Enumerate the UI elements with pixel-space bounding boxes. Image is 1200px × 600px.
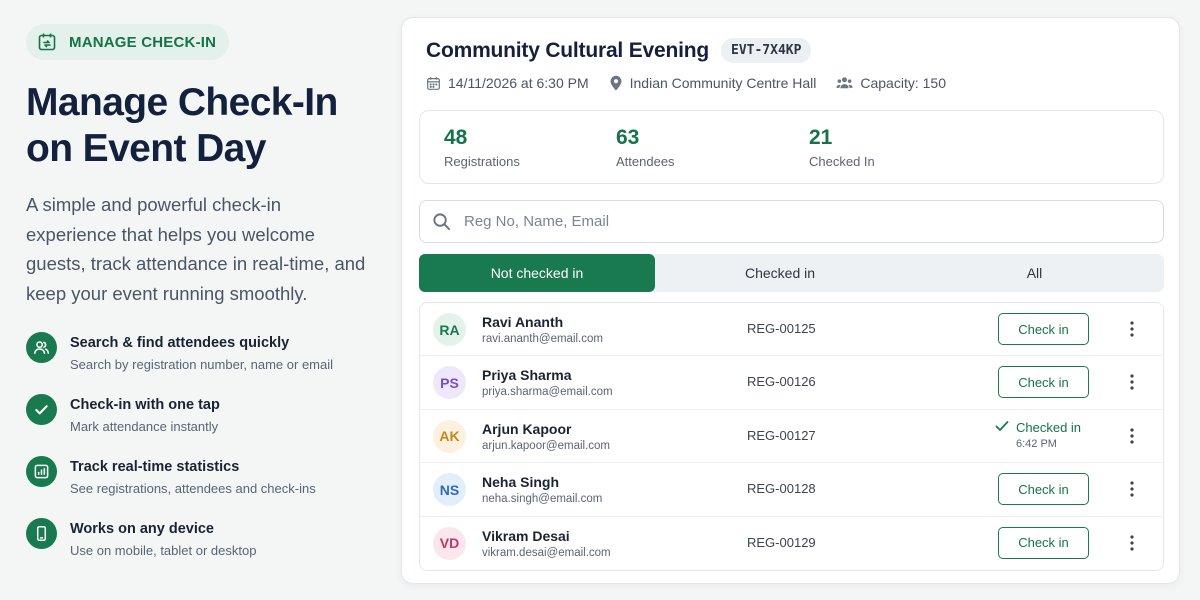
- marketing-panel: MANAGE CHECK-IN Manage Check-In on Event…: [26, 24, 371, 580]
- bar-chart-icon: [26, 456, 57, 487]
- checkin-card: Community Cultural Evening EVT-7X4KP 14/…: [401, 17, 1180, 584]
- feature-item: Search & find attendees quickly Search b…: [26, 332, 371, 394]
- attendee-email: neha.singh@email.com: [482, 493, 603, 506]
- tab-not-checked-in[interactable]: Not checked in: [419, 254, 655, 292]
- search-icon: [432, 212, 451, 231]
- badge-label: MANAGE CHECK-IN: [69, 33, 217, 51]
- stats-panel: 48 Registrations 63 Attendees 21 Checked…: [419, 110, 1164, 184]
- event-venue: Indian Community Centre Hall: [609, 75, 817, 91]
- calendar-icon: [426, 76, 441, 91]
- feature-subtitle: Mark attendance instantly: [70, 419, 219, 434]
- location-pin-icon: [609, 75, 623, 91]
- attendee-row: PS Priya Sharma priya.sharma@email.com R…: [420, 356, 1163, 410]
- more-options-icon[interactable]: [1120, 424, 1144, 448]
- event-code-badge: EVT-7X4KP: [721, 38, 812, 63]
- manage-checkin-badge: MANAGE CHECK-IN: [26, 24, 230, 60]
- check-in-button[interactable]: Check in: [998, 313, 1089, 345]
- avatar: VD: [433, 526, 466, 560]
- check-in-button[interactable]: Check in: [998, 366, 1089, 399]
- stat-registrations: 48 Registrations: [444, 125, 520, 169]
- more-options-icon[interactable]: [1120, 317, 1144, 341]
- attendee-list: RA Ravi Ananth ravi.ananth@email.com REG…: [419, 302, 1164, 571]
- attendee-row: NS Neha Singh neha.singh@email.com REG-0…: [420, 463, 1163, 517]
- people-icon: [26, 332, 57, 363]
- feature-subtitle: Search by registration number, name or e…: [70, 357, 334, 372]
- hero-title-line2: on Event Day: [26, 127, 266, 170]
- feature-subtitle: Use on mobile, tablet or desktop: [70, 543, 257, 558]
- attendee-name: Vikram Desai: [482, 527, 570, 544]
- attendee-reg-number: REG-00127: [747, 427, 816, 443]
- stat-label: Checked In: [809, 154, 875, 169]
- filter-tabs: Not checked in Checked in All: [419, 254, 1164, 292]
- checked-in-status: Checked in 6:42 PM: [995, 420, 1081, 450]
- group-icon: [836, 76, 853, 90]
- stat-value: 63: [616, 126, 640, 149]
- hero-title-line1: Manage Check-In: [26, 81, 338, 124]
- attendee-row: RA Ravi Ananth ravi.ananth@email.com REG…: [420, 303, 1163, 357]
- mobile-device-icon: [26, 518, 57, 549]
- checked-in-label: Checked in: [1016, 419, 1082, 435]
- hero-title: Manage Check-In on Event Day: [26, 80, 371, 172]
- feature-item: Track real-time statistics See registrat…: [26, 456, 371, 518]
- event-capacity-text: Capacity: 150: [860, 75, 946, 91]
- stat-checked-in: 21 Checked In: [809, 125, 875, 169]
- attendee-name: Neha Singh: [482, 474, 560, 491]
- checkin-time: 6:42 PM: [1016, 437, 1057, 450]
- attendee-reg-number: REG-00128: [747, 481, 816, 497]
- attendee-reg-number: REG-00129: [747, 534, 816, 550]
- stat-attendees: 63 Attendees: [616, 125, 675, 169]
- feature-subtitle: See registrations, attendees and check-i…: [70, 481, 316, 496]
- event-meta: 14/11/2026 at 6:30 PM Indian Community C…: [426, 75, 966, 91]
- event-venue-text: Indian Community Centre Hall: [629, 75, 817, 91]
- search-box: [419, 200, 1164, 243]
- check-in-button[interactable]: Check in: [998, 526, 1089, 559]
- check-icon: [26, 394, 57, 425]
- feature-item: Works on any device Use on mobile, table…: [26, 518, 371, 580]
- tab-all[interactable]: All: [905, 254, 1164, 292]
- event-capacity: Capacity: 150: [836, 75, 946, 91]
- attendee-reg-number: REG-00126: [747, 374, 816, 390]
- feature-title: Track real-time statistics: [70, 459, 240, 475]
- hero-description: A simple and powerful check-in experienc…: [26, 194, 366, 304]
- feature-list: Search & find attendees quickly Search b…: [26, 332, 371, 580]
- avatar: AK: [433, 419, 466, 453]
- attendee-name: Priya Sharma: [482, 367, 572, 384]
- attendee-name: Ravi Ananth: [482, 314, 564, 330]
- attendee-row: VD Vikram Desai vikram.desai@email.com R…: [420, 517, 1163, 570]
- tab-checked-in[interactable]: Checked in: [655, 254, 905, 292]
- search-input[interactable]: [464, 213, 1104, 230]
- event-title: Community Cultural Evening: [426, 38, 709, 62]
- more-options-icon[interactable]: [1120, 477, 1144, 501]
- calendar-refresh-icon: [37, 32, 57, 52]
- attendee-reg-number: REG-00125: [747, 321, 816, 336]
- check-in-button[interactable]: Check in: [998, 473, 1089, 506]
- feature-title: Check-in with one tap: [70, 397, 220, 413]
- attendee-email: ravi.ananth@email.com: [482, 333, 603, 345]
- avatar: PS: [433, 366, 466, 400]
- attendee-email: vikram.desai@email.com: [482, 546, 611, 559]
- event-header: Community Cultural Evening EVT-7X4KP: [426, 38, 812, 63]
- event-date: 14/11/2026 at 6:30 PM: [426, 75, 589, 91]
- more-options-icon[interactable]: [1120, 370, 1144, 394]
- checkmark-icon: [995, 420, 1009, 435]
- stat-value: 48: [444, 126, 468, 149]
- feature-title: Works on any device: [70, 521, 214, 537]
- attendee-email: priya.sharma@email.com: [482, 386, 613, 399]
- stat-label: Registrations: [444, 154, 520, 169]
- stat-value: 21: [809, 126, 833, 149]
- event-date-text: 14/11/2026 at 6:30 PM: [448, 75, 589, 91]
- stat-label: Attendees: [616, 154, 675, 169]
- attendee-row: AK Arjun Kapoor arjun.kapoor@email.com R…: [420, 410, 1163, 464]
- avatar: NS: [433, 473, 466, 507]
- attendee-email: arjun.kapoor@email.com: [482, 439, 611, 452]
- attendee-name: Arjun Kapoor: [482, 420, 572, 437]
- feature-item: Check-in with one tap Mark attendance in…: [26, 394, 371, 456]
- feature-title: Search & find attendees quickly: [70, 335, 290, 351]
- more-options-icon[interactable]: [1120, 531, 1144, 555]
- avatar: RA: [433, 313, 466, 346]
